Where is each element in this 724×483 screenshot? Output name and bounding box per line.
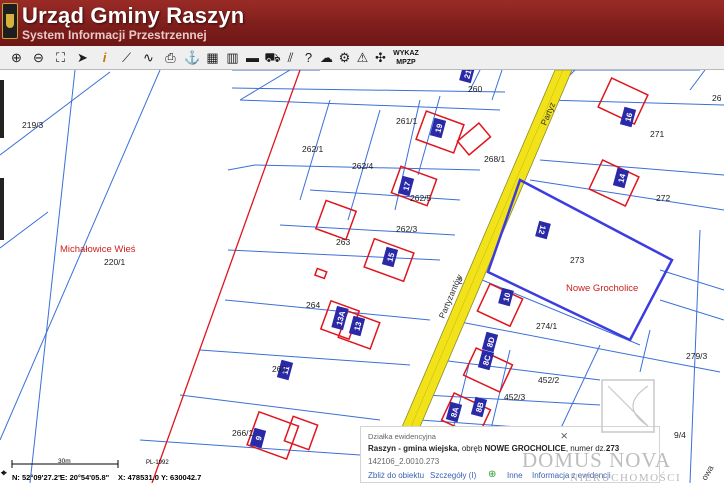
zoom-out-icon[interactable]: ⊖ (30, 49, 47, 66)
car-icon[interactable]: ⛟ (264, 49, 281, 66)
parcel-boundaries (0, 70, 724, 483)
tools-icon[interactable]: ✣ (372, 49, 389, 66)
parcel-label: 262/4 (352, 161, 374, 171)
popup-heading: Działka ewidencyjna (368, 432, 436, 441)
app-header: Urząd Gminy Raszyn System Informacji Prz… (0, 0, 724, 46)
latitude-readout: N: 52°09'27.2" (12, 473, 62, 482)
zoom-to-object-link[interactable]: Zbliż do obiektu (368, 471, 424, 480)
close-icon[interactable]: ⨯ (560, 431, 568, 442)
help-icon[interactable]: ? (300, 49, 317, 66)
pointer-icon[interactable]: ➤ (74, 49, 91, 66)
parcel-label: 268/1 (484, 154, 506, 164)
place-label-nowe-grocholice: Nowe Grocholice (566, 283, 638, 294)
parcel-label: 264 (306, 300, 320, 310)
coordinate-bar: ⌖ N: 52°09'27.2" E: 20°54'05.8" X: 47853… (0, 466, 360, 483)
map-toolbar: ⊕ ⊖ ⛶ ➤ i ⟋ ∿ ⎙ ⚓ ▦ ▥ ▬ ⛟ ⫽? ☁ ⚙ ⚠ ✣ WYKAZ MPZP (0, 46, 724, 70)
y-readout: Y: 630042.7 (161, 473, 202, 482)
select-area-icon[interactable]: ▦ (204, 49, 221, 66)
parcel-label: 26 (712, 93, 722, 103)
parcel-label: 262 (272, 364, 286, 374)
parcel-label: 261/1 (396, 116, 418, 126)
mpzp-label: MPZP (396, 59, 416, 66)
hatch-icon[interactable]: ⫽ (282, 49, 299, 66)
layers-icon[interactable]: ▥ (224, 49, 241, 66)
warning-icon[interactable]: ⚠ (354, 49, 371, 66)
parcel-label: 271 (650, 129, 664, 139)
parcel-label: 452/3 (504, 392, 526, 402)
parcel-label: 260 (468, 84, 482, 94)
parcel-label: 262/5 (410, 193, 432, 203)
parcel-label: 266/1 (232, 428, 254, 438)
parcel-label: 279/3 (686, 351, 708, 361)
plus-icon[interactable]: ⊕ (488, 469, 496, 480)
popup-description: Raszyn - gmina wiejska, obręb NOWE GROCH… (368, 444, 620, 453)
other-link[interactable]: Inne (507, 471, 523, 480)
x-readout: X: 478531.0 (118, 473, 159, 482)
print-icon[interactable]: ⎙ (162, 49, 179, 66)
parcel-label: 262/1 (302, 144, 324, 154)
parcel-label: 219/3 (22, 120, 44, 130)
parcel-label: 220/1 (104, 257, 126, 267)
district-border (151, 70, 301, 483)
app-subtitle: System Informacji Przestrzennej (22, 28, 207, 42)
info-icon[interactable]: i (96, 49, 113, 66)
parcel-info-popup: Działka ewidencyjna ⨯ Raszyn - gmina wie… (360, 426, 660, 483)
parcel-label: 274/1 (536, 321, 558, 331)
place-label-michalowice: Michałowice Wieś (60, 244, 136, 255)
parcel-label: 262/3 (396, 224, 418, 234)
street-partyzantow (377, 70, 573, 483)
left-scroll-handle[interactable] (0, 80, 6, 240)
buildings (246, 77, 649, 461)
map-canvas[interactable]: 19 17 15 13A 13 11 9 12 10 8D 8C 8B 16 1… (0, 70, 724, 483)
parcel-label: 272 (656, 193, 670, 203)
details-link[interactable]: Szczegóły (I) (430, 471, 476, 480)
measure-path-icon[interactable]: ∿ (140, 49, 157, 66)
anchor-icon[interactable]: ⚓ (184, 49, 201, 66)
parcel-label: 263 (336, 237, 350, 247)
measure-distance-icon[interactable]: ⟋ (118, 49, 135, 66)
zoom-extent-icon[interactable]: ⛶ (52, 49, 69, 66)
zoom-in-icon[interactable]: ⊕ (8, 49, 25, 66)
registry-info-link[interactable]: Informacja z ewidencji (532, 471, 611, 480)
settings-icon[interactable]: ⚙ (336, 49, 353, 66)
map-svg[interactable]: 19 17 15 13A 13 11 9 12 10 8D 8C 8B 16 1… (0, 70, 724, 483)
location-icon: ⌖ (1, 468, 7, 479)
wykaz-label: WYKAZ (393, 50, 419, 57)
parcel-label: 452/2 (538, 375, 560, 385)
cloud-icon[interactable]: ☁ (318, 49, 335, 66)
parcel-label: 9/4 (674, 430, 686, 440)
longitude-readout: E: 20°54'05.8" (60, 473, 110, 482)
scale-label: 30m (58, 458, 71, 465)
map-view-icon[interactable]: ▬ (244, 49, 261, 66)
wykaz-mpzp-button[interactable]: WYKAZ MPZP (388, 49, 424, 67)
parcel-label: 273 (570, 255, 584, 265)
popup-parcel-id: 142106_2.0010.273 (368, 457, 440, 466)
street-label-partial-right: owa (699, 463, 716, 482)
coat-of-arms-logo (2, 3, 18, 39)
app-title: Urząd Gminy Raszyn (22, 3, 245, 28)
